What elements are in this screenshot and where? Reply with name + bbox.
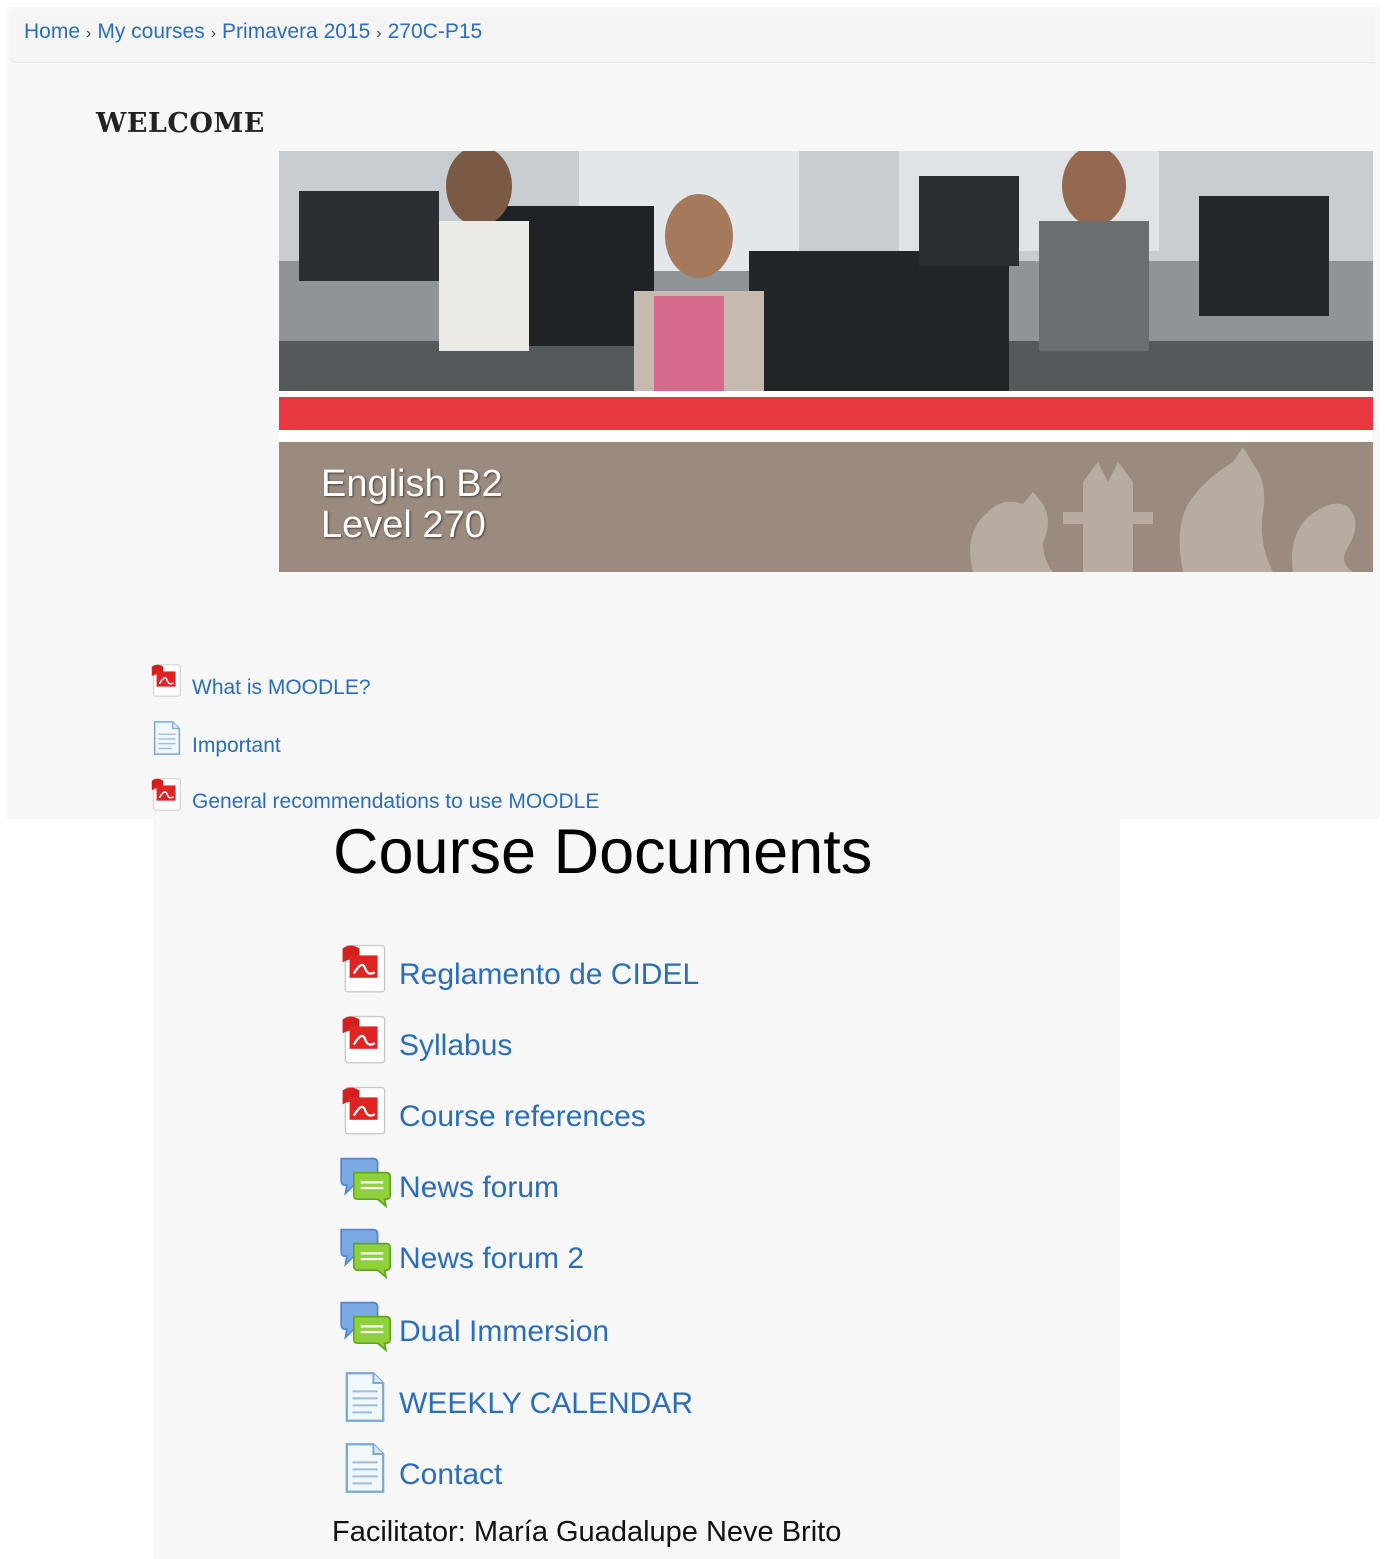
resource-label[interactable]: Contact <box>399 1458 502 1492</box>
pdf-icon <box>148 660 186 700</box>
resource-label[interactable]: News forum 2 <box>399 1242 584 1276</box>
breadcrumb-course[interactable]: 270C-P15 <box>388 20 483 43</box>
forum-icon <box>336 1153 394 1209</box>
forum-icon <box>336 1297 394 1353</box>
breadcrumb-separator: › <box>86 25 92 42</box>
breadcrumb-separator: › <box>210 25 217 42</box>
pdf-icon <box>148 774 186 814</box>
resource-label[interactable]: Syllabus <box>399 1029 512 1063</box>
banner-line-1: English B2 <box>321 463 503 505</box>
breadcrumb-primavera-2015[interactable]: Primavera 2015 <box>222 20 370 43</box>
page-icon <box>336 1369 394 1425</box>
pdf-icon <box>336 1011 394 1067</box>
resource-label[interactable]: Reglamento de CIDEL <box>399 958 699 992</box>
resource-label[interactable]: Dual Immersion <box>399 1315 609 1349</box>
welcome-heading: WELCOME <box>96 108 265 139</box>
course-documents-panel <box>153 819 1120 1559</box>
breadcrumb-my-courses[interactable]: My courses <box>97 20 204 43</box>
crest-watermark <box>970 447 1356 572</box>
course-banner: English B2 Level 270 <box>279 151 1373 572</box>
page-icon <box>336 1440 394 1496</box>
facilitator-text: Facilitator: María Guadalupe Neve Brito <box>332 1516 842 1548</box>
resource-label[interactable]: WEEKLY CALENDAR <box>399 1387 693 1421</box>
resource-label[interactable]: What is MOODLE? <box>192 676 371 700</box>
pdf-icon <box>336 1082 394 1138</box>
resource-label[interactable]: Important <box>192 734 281 758</box>
resource-label[interactable]: News forum <box>399 1171 559 1205</box>
breadcrumb-separator: › <box>376 25 382 42</box>
banner-red-stripe <box>279 397 1373 430</box>
banner-title-band: English B2 Level 270 <box>279 442 1373 572</box>
page-icon <box>148 718 186 758</box>
resource-label[interactable]: General recommendations to use MOODLE <box>192 790 599 814</box>
course-documents-title: Course Documents <box>333 817 873 887</box>
banner-course-title: English B2 Level 270 <box>321 464 503 546</box>
resource-label[interactable]: Course references <box>399 1100 646 1134</box>
breadcrumb-home[interactable]: Home <box>24 20 80 43</box>
banner-line-2: Level 270 <box>321 504 486 546</box>
banner-photo <box>279 151 1373 391</box>
breadcrumb: Home › My courses › Primavera 2015 › 270C-P15 <box>24 20 482 44</box>
forum-icon <box>336 1224 394 1280</box>
pdf-icon <box>336 940 394 996</box>
